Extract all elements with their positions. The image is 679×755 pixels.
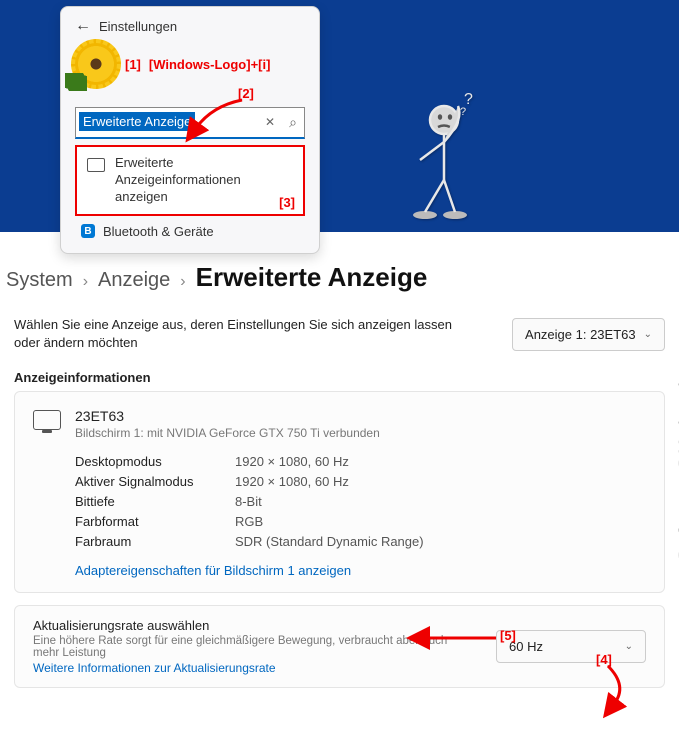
display-select-value: Anzeige 1: 23ET63 [525,327,636,342]
settings-popup: ← Einstellungen [1] [Windows-Logo]+[i] E… [60,6,320,254]
section-heading: Anzeigeinformationen [14,370,665,385]
popup-title: Einstellungen [99,19,177,34]
watermark: www.SoftwareOK.de :-) [674,378,679,617]
avatar[interactable] [75,43,117,85]
suggestion-label: Erweiterte Anzeigeinformationen anzeigen [115,155,293,206]
spec-row: FarbformatRGB [75,514,646,529]
shortcut-hint: [Windows-Logo]+[i] [149,57,271,72]
chevron-down-icon: ⌄ [644,329,652,340]
rate-info-link[interactable]: Weitere Informationen zur Aktualisierung… [33,661,473,675]
display-select[interactable]: Anzeige 1: 23ET63 ⌄ [512,318,665,351]
spec-list: Desktopmodus1920 × 1080, 60 Hz Aktiver S… [75,454,646,549]
cartoon-figure: ? ? [410,90,500,225]
refresh-rate-select[interactable]: 60 Hz ⌄ [496,630,646,663]
chevron-right-icon: › [180,273,185,291]
bluetooth-icon: B [81,224,95,238]
chevron-down-icon: ⌄ [625,641,633,652]
annotation-marker-4: [4] [596,652,612,667]
breadcrumb: System › Anzeige › Erweiterte Anzeige [6,262,427,293]
spec-row: Bittiefe8-Bit [75,494,646,509]
search-icon[interactable]: ⌕ [289,114,297,131]
display-chooser-label: Wählen Sie eine Anzeige aus, deren Einst… [14,316,454,352]
search-suggestion[interactable]: Erweiterte Anzeigeinformationen anzeigen… [75,145,305,216]
spec-row: Desktopmodus1920 × 1080, 60 Hz [75,454,646,469]
display-name: 23ET63 [75,408,380,424]
annotation-marker-3: [3] [279,195,295,210]
clear-icon[interactable]: ✕ [265,115,275,129]
monitor-icon [33,410,61,430]
spec-row: Aktiver Signalmodus1920 × 1080, 60 Hz [75,474,646,489]
refresh-rate-card: Aktualisierungsrate auswählen Eine höher… [14,605,665,688]
chevron-right-icon: › [83,273,88,291]
rate-subtitle: Eine höhere Rate sorgt für eine gleichmä… [33,635,473,659]
breadcrumb-root[interactable]: System [6,269,73,292]
display-info-card: 23ET63 Bildschirm 1: mit NVIDIA GeForce … [14,391,665,593]
annotation-marker-2: [2] [238,86,254,101]
annotation-marker-5: [5] [500,628,516,643]
spec-row: FarbraumSDR (Standard Dynamic Range) [75,534,646,549]
adapter-properties-link[interactable]: Adaptereigenschaften für Bildschirm 1 an… [75,563,646,578]
rate-title: Aktualisierungsrate auswählen [33,618,473,633]
monitor-icon [87,158,105,172]
sidebar-item-label: Bluetooth & Geräte [103,224,214,239]
breadcrumb-mid[interactable]: Anzeige [98,269,170,292]
search-wrap: Erweiterte Anzeige ✕ ⌕ [75,107,305,139]
sidebar-item-bluetooth[interactable]: B Bluetooth & Geräte [75,224,305,239]
search-selected-text: Erweiterte Anzeige [79,112,195,131]
annotation-marker-1: [1] [125,57,141,72]
page-title: Erweiterte Anzeige [196,262,428,293]
svg-text:?: ? [460,106,466,118]
back-icon[interactable]: ← [75,17,91,35]
display-subtitle: Bildschirm 1: mit NVIDIA GeForce GTX 750… [75,426,380,440]
